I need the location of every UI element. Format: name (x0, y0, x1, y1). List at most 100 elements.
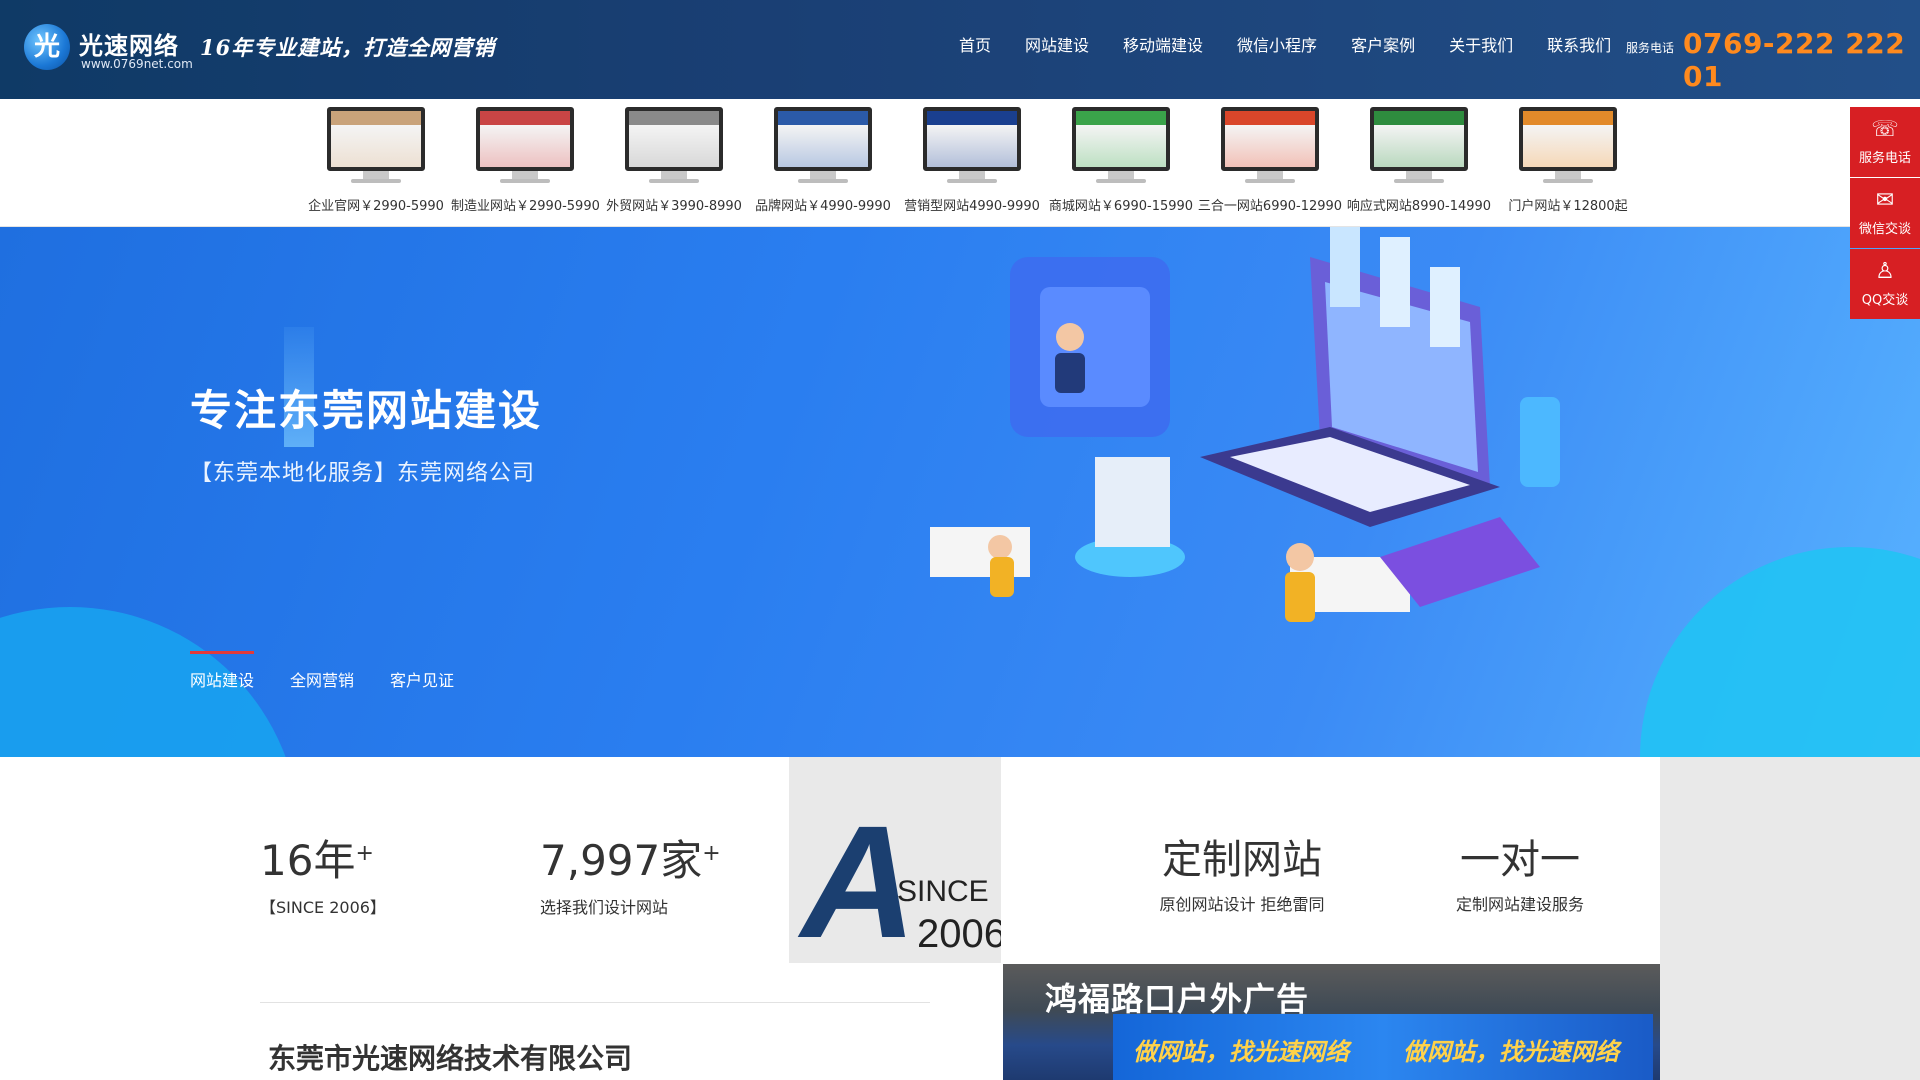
nav-item-website[interactable]: 网站建设 (1008, 34, 1106, 58)
nav-item-cases[interactable]: 客户案例 (1334, 34, 1432, 58)
side-wechat-button[interactable]: ✉ 微信交谈 (1850, 178, 1920, 248)
stat-clients-plus: + (702, 841, 721, 866)
monitor-base (1394, 179, 1444, 183)
stat-custom-title: 定制网站 (1162, 837, 1322, 883)
side-qq-button[interactable]: ♙ QQ交谈 (1850, 249, 1920, 319)
monitor-thumbnail (327, 107, 425, 171)
product-strip: 企业官网￥2990-5990 制造业网站￥2990-5990 外贸网站￥3990-8… (0, 99, 1920, 227)
stats-section: 16年+ 【SINCE 2006】 7,997家+ 选择我们设计网站 A SIN… (0, 757, 1920, 1080)
since-word: SINCE (897, 875, 989, 908)
monitor-thumbnail (923, 107, 1021, 171)
nav-item-contact[interactable]: 联系我们 (1530, 34, 1628, 58)
product-label: 外贸网站￥3990-8990 (606, 199, 742, 214)
monitor-thumbnail (1072, 107, 1170, 171)
stat-clients-value: 7,997家 (540, 836, 703, 885)
stat-one-desc: 定制网站建设服务 (1455, 895, 1584, 914)
product-label: 商城网站￥6990-15990 (1048, 199, 1194, 214)
logo-brand-name[interactable]: 光速网络 (79, 26, 179, 61)
monitor-stand (363, 171, 389, 179)
nav-item-miniprogram[interactable]: 微信小程序 (1220, 34, 1334, 58)
monitor-thumbnail (1221, 107, 1319, 171)
logo-icon[interactable]: 光 (24, 24, 70, 70)
illus-phone (1520, 397, 1560, 487)
product-card[interactable]: 响应式网站8990-14990 (1345, 107, 1493, 214)
nav-item-about[interactable]: 关于我们 (1432, 34, 1530, 58)
product-card[interactable]: 商城网站￥6990-15990 (1047, 107, 1195, 214)
stat-years: 16年+ 【SINCE 2006】 (260, 827, 386, 918)
monitor-thumbnail (625, 107, 723, 171)
monitor-stand (661, 171, 687, 179)
product-label: 企业官网￥2990-5990 (308, 199, 444, 214)
billboard-title: 鸿福路口户外广告 (1045, 980, 1310, 1018)
monitor-thumb-body (1076, 125, 1166, 167)
monitor-thumb-band (927, 111, 1017, 125)
billboard-photo[interactable]: 做网站，找光速网络 做网站，找光速网络 鸿福路口户外广告 (1003, 964, 1660, 1080)
hero-tab-marketing[interactable]: 全网营销 (290, 667, 354, 691)
hero-tab-website[interactable]: 网站建设 (190, 651, 255, 691)
stat-one-to-one: 一对一 定制网站建设服务 (1450, 827, 1590, 915)
nav-item-home[interactable]: 首页 (942, 34, 1008, 58)
illus-desk-left (930, 527, 1030, 577)
hero-banner: 专注东莞网站建设 【东莞本地化服务】东莞网络公司 网站建设 全网营销 客户见证 (0, 227, 1920, 757)
product-card[interactable]: 门户网站￥12800起 (1494, 107, 1642, 214)
hero-subtitle: 【东莞本地化服务】东莞网络公司 (190, 461, 536, 486)
monitor-thumb-body (927, 125, 1017, 167)
stat-clients: 7,997家+ 选择我们设计网站 (540, 827, 721, 918)
illus-server-3 (1430, 267, 1460, 347)
phone-label: 服务电话 (1626, 41, 1675, 55)
monitor-thumb-band (1225, 111, 1315, 125)
monitor-thumb-band (331, 111, 421, 125)
monitor-stand (959, 171, 985, 179)
billboard-screen-text-2: 做网站，找光速网络 (1403, 1038, 1619, 1066)
product-card[interactable]: 企业官网￥2990-5990 (302, 107, 450, 214)
hero-title: 专注东莞网站建设 (190, 386, 543, 435)
product-label: 品牌网站￥4990-9990 (755, 199, 891, 214)
billboard-screen: 做网站，找光速网络 做网站，找光速网络 (1113, 1014, 1653, 1080)
product-label: 响应式网站8990-14990 (1346, 199, 1492, 214)
product-label: 营销型网站4990-9990 (904, 199, 1040, 214)
billboard-screen-text-1: 做网站，找光速网络 (1133, 1038, 1349, 1066)
stat-custom-desc: 原创网站设计 拒绝雷同 (1159, 895, 1325, 914)
product-card[interactable]: 制造业网站￥2990-5990 (451, 107, 600, 214)
stat-clients-desc: 选择我们设计网站 (540, 898, 669, 917)
monitor-thumb-band (480, 111, 570, 125)
monitor-stand (1555, 171, 1581, 179)
monitor-stand (512, 171, 538, 179)
phone-number[interactable]: 0769-222 222 01 (1683, 27, 1920, 93)
monitor-thumb-body (778, 125, 868, 167)
illus-server-1 (1330, 227, 1360, 307)
monitor-thumb-band (1523, 111, 1613, 125)
product-card[interactable]: 外贸网站￥3990-8990 (600, 107, 748, 214)
side-phone-button[interactable]: ☏ 服务电话 (1850, 107, 1920, 177)
monitor-thumb-band (778, 111, 868, 125)
product-card[interactable]: 品牌网站￥4990-9990 (749, 107, 897, 214)
hero-tabs: 网站建设 全网营销 客户见证 (190, 651, 454, 691)
monitor-thumb-band (1076, 111, 1166, 125)
phone-icon: ☏ (1871, 117, 1899, 142)
product-label: 制造业网站￥2990-5990 (451, 199, 600, 214)
nav-item-mobile[interactable]: 移动端建设 (1106, 34, 1220, 58)
monitor-thumb-body (1374, 125, 1464, 167)
stat-years-since: 【SINCE 2006】 (260, 898, 386, 917)
hero-tab-testimonials[interactable]: 客户见证 (390, 667, 454, 691)
logo-url: www.0769net.com (81, 57, 193, 71)
monitor-base (649, 179, 699, 183)
since-badge: A SINCE 2006 (789, 757, 1001, 963)
monitor-thumb-body (629, 125, 719, 167)
monitor-stand (810, 171, 836, 179)
stat-one-title: 一对一 (1460, 837, 1580, 883)
section-divider (260, 1002, 930, 1003)
monitor-thumbnail (774, 107, 872, 171)
product-label: 三合一网站6990-12990 (1197, 199, 1343, 214)
stat-years-value: 16年 (260, 836, 356, 885)
product-card[interactable]: 三合一网站6990-12990 (1196, 107, 1344, 214)
company-name: 东莞市光速网络技术有限公司 (268, 1042, 633, 1075)
side-phone-label: 服务电话 (1858, 151, 1911, 166)
product-card[interactable]: 营销型网站4990-9990 (898, 107, 1046, 214)
main-nav: 首页 网站建设 移动端建设 微信小程序 客户案例 关于我们 联系我们 (942, 34, 1628, 58)
hero-decor-circle-right (1640, 547, 1920, 757)
monitor-thumb-body (1225, 125, 1315, 167)
since-year: 2006 (917, 912, 1001, 956)
stat-years-plus: + (355, 841, 374, 866)
right-gray-column (1660, 757, 1920, 1080)
